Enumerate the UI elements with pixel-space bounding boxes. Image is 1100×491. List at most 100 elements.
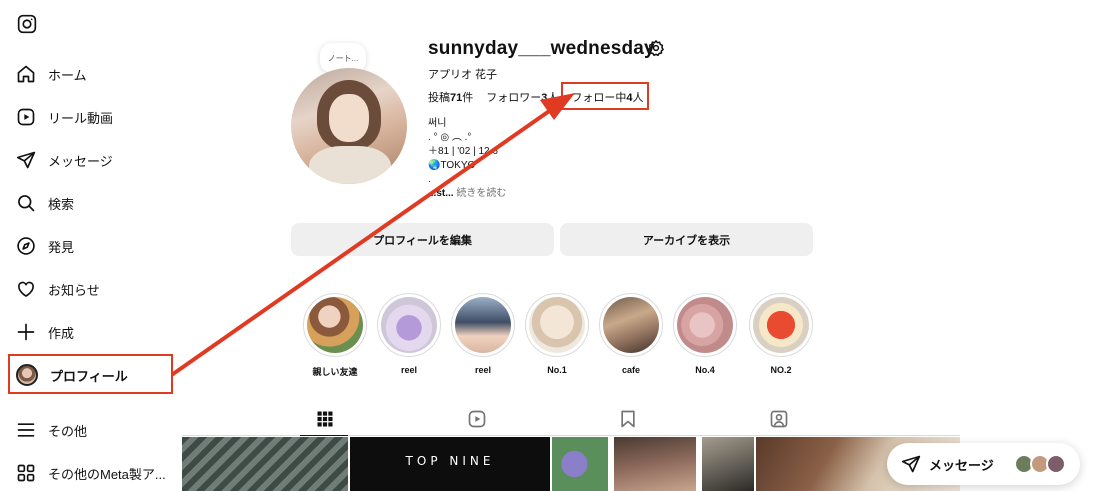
highlight-thumbnail bbox=[603, 297, 659, 353]
menu-icon bbox=[17, 423, 35, 437]
sidebar-item-label: 発見 bbox=[48, 239, 75, 255]
highlight-thumbnail bbox=[455, 297, 511, 353]
bio-line: ＋81 | '02 | 12.6 bbox=[428, 146, 498, 157]
highlight-ring bbox=[303, 293, 367, 357]
highlight-ring bbox=[749, 293, 813, 357]
home-icon bbox=[17, 65, 35, 83]
compass-icon bbox=[17, 237, 35, 255]
highlight-thumbnail bbox=[677, 297, 733, 353]
grid-icon[interactable] bbox=[315, 409, 335, 429]
highlight-label: reel bbox=[474, 365, 491, 375]
posts-unit: 件 bbox=[462, 92, 474, 104]
sidebar-item-more[interactable]: その他 bbox=[16, 417, 87, 443]
messages-label: メッセージ bbox=[929, 457, 994, 473]
apps-icon bbox=[17, 464, 35, 482]
highlight-label: No.4 bbox=[695, 365, 715, 375]
highlight-label: NO.2 bbox=[770, 365, 792, 375]
reels-icon bbox=[17, 108, 35, 126]
bio-more-link[interactable]: 続きを読む bbox=[456, 188, 506, 199]
edit-profile-button[interactable]: プロフィールを編集 bbox=[291, 223, 554, 256]
highlight-label: cafe bbox=[621, 365, 640, 375]
send-icon bbox=[16, 151, 36, 169]
bio-line: 🌏TOKYO bbox=[428, 160, 476, 171]
posts-label: 投稿 bbox=[428, 92, 450, 104]
sidebar-item-label: 作成 bbox=[48, 325, 75, 341]
active-tab-indicator bbox=[300, 435, 348, 436]
highlight-item[interactable]: cafe bbox=[599, 293, 663, 375]
profile-picture-body bbox=[309, 146, 391, 184]
posts-stat: 投稿71件 bbox=[428, 89, 473, 105]
highlight-thumbnail bbox=[753, 297, 809, 353]
tabs-divider bbox=[182, 435, 960, 436]
highlight-item[interactable]: No.4 bbox=[673, 293, 737, 375]
highlight-ring bbox=[525, 293, 589, 357]
highlight-item[interactable]: reel bbox=[377, 293, 441, 375]
sidebar-item-home[interactable]: ホーム bbox=[16, 61, 87, 87]
highlight-label: 親しい友達 bbox=[312, 367, 358, 377]
profile-username: sunnyday___wednesday bbox=[428, 38, 655, 59]
send-icon bbox=[901, 455, 921, 473]
sidebar-item-label: 検索 bbox=[48, 196, 75, 212]
highlight-ring bbox=[451, 293, 515, 357]
highlight-ring bbox=[599, 293, 663, 357]
highlight-ring bbox=[377, 293, 441, 357]
profile-picture[interactable] bbox=[291, 68, 407, 184]
annotation-box-profile bbox=[8, 354, 173, 394]
annotation-box-following bbox=[561, 82, 649, 110]
posts-count: 71 bbox=[450, 92, 463, 104]
sidebar-item-create[interactable]: 作成 bbox=[16, 319, 74, 345]
profile-picture-face bbox=[329, 94, 369, 142]
messages-button[interactable]: メッセージ bbox=[887, 443, 1080, 485]
sidebar-item-label: メッセージ bbox=[48, 153, 113, 169]
instagram-icon[interactable] bbox=[17, 14, 37, 34]
bio-line: . ° ◎ ︵ .° bbox=[428, 132, 472, 143]
message-avatars bbox=[1014, 454, 1066, 474]
highlight-item[interactable]: reel bbox=[451, 293, 515, 375]
heart-icon bbox=[18, 281, 34, 297]
sidebar-item-label: リール動画 bbox=[48, 110, 114, 126]
highlight-ring bbox=[673, 293, 737, 357]
bio-line-last: ...st... 続きを読む bbox=[428, 187, 506, 201]
profile-full-name: アプリオ 花子 bbox=[428, 69, 498, 81]
sidebar-item-reels[interactable]: リール動画 bbox=[16, 104, 113, 130]
post-thumbnail[interactable] bbox=[182, 437, 348, 491]
sidebar-item-label: その他のMeta製ア... bbox=[48, 466, 166, 482]
tagged-icon[interactable] bbox=[769, 409, 789, 429]
post-caption: TOP NINE bbox=[405, 454, 495, 468]
sidebar-item-notifications[interactable]: お知らせ bbox=[16, 276, 100, 302]
post-thumbnail[interactable]: TOP NINE bbox=[350, 437, 550, 491]
sidebar-item-label: お知らせ bbox=[48, 282, 100, 298]
bio-truncated-text: ...st... bbox=[428, 188, 454, 199]
reels-tab-icon[interactable] bbox=[467, 409, 487, 429]
highlight-item[interactable]: No.1 bbox=[525, 293, 589, 375]
highlight-label: No.1 bbox=[547, 365, 567, 375]
highlight-thumbnail bbox=[381, 297, 437, 353]
sidebar: ホーム リール動画 メッセージ 検索 発見 お知らせ 作成 プロフィール その他… bbox=[0, 0, 180, 491]
sidebar-item-messages[interactable]: メッセージ bbox=[16, 147, 113, 173]
highlight-label: reel bbox=[400, 365, 417, 375]
bio-line: . bbox=[428, 174, 431, 185]
view-archive-button[interactable]: アーカイブを表示 bbox=[560, 223, 813, 256]
gear-icon[interactable] bbox=[647, 39, 665, 57]
sidebar-item-meta-apps[interactable]: その他のMeta製ア... bbox=[16, 460, 166, 486]
highlight-item[interactable]: 親しい友達 bbox=[303, 293, 367, 378]
sidebar-item-explore[interactable]: 発見 bbox=[16, 233, 74, 259]
bookmark-icon[interactable] bbox=[618, 409, 638, 429]
plus-icon bbox=[17, 323, 35, 341]
highlight-thumbnail bbox=[307, 297, 363, 353]
followers-link[interactable]: フォロワー3人 bbox=[486, 89, 558, 105]
highlight-thumbnail bbox=[529, 297, 585, 353]
followers-unit: 人 bbox=[547, 92, 559, 104]
bio-line: 써니 bbox=[428, 118, 447, 129]
sidebar-item-label: その他 bbox=[48, 423, 88, 439]
post-thumbnail[interactable] bbox=[702, 437, 754, 491]
followers-label: フォロワー bbox=[486, 92, 542, 104]
sidebar-item-search[interactable]: 検索 bbox=[16, 190, 74, 216]
post-thumbnail[interactable] bbox=[614, 437, 696, 491]
sidebar-item-label: ホーム bbox=[48, 67, 87, 83]
highlight-item[interactable]: NO.2 bbox=[749, 293, 813, 375]
post-thumbnail[interactable] bbox=[552, 437, 608, 491]
search-icon bbox=[18, 195, 35, 212]
avatar bbox=[1046, 454, 1066, 474]
profile-bio: 써니 . ° ◎ ︵ .° ＋81 | '02 | 12.6 🌏TOKYO . … bbox=[428, 117, 506, 201]
